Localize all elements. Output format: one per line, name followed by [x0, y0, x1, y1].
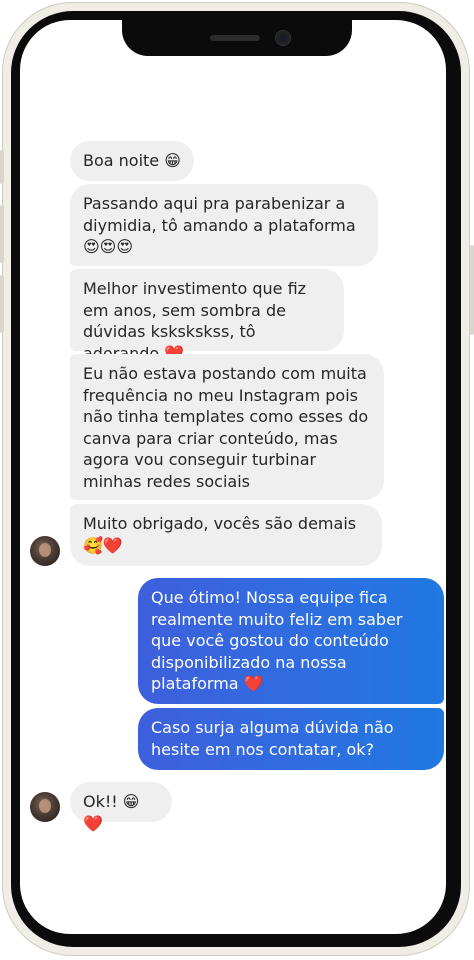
power-button	[470, 245, 474, 335]
volume-down-button	[0, 275, 4, 333]
message-text: Eu não estava postando com muita frequên…	[83, 364, 369, 491]
message-bubble-outgoing[interactable]: Caso surja alguma dúvida não hesite em n…	[138, 708, 444, 770]
message-text: Boa noite 😁	[83, 151, 181, 170]
volume-up-button	[0, 205, 4, 263]
message-bubble-incoming[interactable]: Melhor investimento que fiz em anos, sem…	[70, 269, 344, 363]
message-text: Caso surja alguma dúvida não hesite em n…	[151, 718, 394, 759]
message-bubble-incoming[interactable]: Muito obrigado, vocês são demais 🥰❤️	[70, 504, 382, 566]
message-bubble-incoming[interactable]: Eu não estava postando com muita frequên…	[70, 354, 384, 500]
avatar[interactable]	[30, 536, 60, 566]
speaker	[210, 35, 260, 41]
message-bubble-incoming[interactable]: Passando aqui pra parabenizar a diymidia…	[70, 184, 378, 266]
message-text: Passando aqui pra parabenizar a diymidia…	[83, 194, 356, 256]
volume-button	[0, 150, 4, 184]
message-text: Muito obrigado, vocês são demais 🥰❤️	[83, 514, 357, 555]
avatar[interactable]	[30, 792, 60, 822]
message-bubble-incoming[interactable]: Boa noite 😁	[70, 141, 194, 181]
message-text: Melhor investimento que fiz em anos, sem…	[83, 279, 307, 363]
front-camera	[276, 31, 290, 45]
message-bubble-incoming[interactable]: Ok!! 😁❤️	[70, 782, 172, 833]
message-text: Que ótimo! Nossa equipe fica realmente m…	[151, 588, 403, 693]
message-bubble-outgoing[interactable]: Que ótimo! Nossa equipe fica realmente m…	[138, 578, 444, 704]
